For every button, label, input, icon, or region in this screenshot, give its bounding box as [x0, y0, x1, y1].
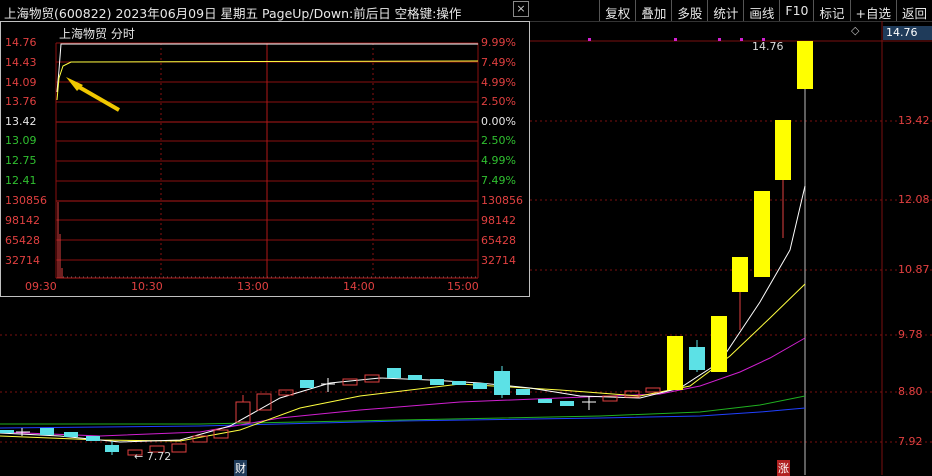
intraday-panel[interactable]: 上海物贸 分时 14.76 14.43 14.09 13.76 13.42 13…: [0, 21, 530, 297]
current-price-box: 14.76: [883, 26, 932, 40]
intraday-price-label: 13.09: [5, 134, 37, 147]
finance-marker[interactable]: 财: [234, 460, 247, 476]
limit-up-marker[interactable]: 涨: [777, 460, 790, 476]
intraday-price-label: 13.76: [5, 95, 37, 108]
intraday-volume-label: 32714: [5, 254, 40, 267]
intraday-price-label: 14.43: [5, 56, 37, 69]
intraday-pct-label: 7.49%: [481, 174, 516, 187]
intraday-title: 上海物贸 分时: [59, 27, 135, 41]
intraday-price-label: 14.76: [5, 36, 37, 49]
intraday-time-label: 10:30: [131, 280, 163, 293]
intraday-time-label: 09:30: [25, 280, 57, 293]
intraday-pct-label: 4.99%: [481, 76, 516, 89]
low-price-label: ← 7.72: [134, 450, 172, 463]
high-price-label: 14.76: [752, 40, 784, 53]
y-axis-label: 8.80: [898, 385, 923, 398]
intraday-pct-label: 9.99%: [481, 36, 516, 49]
intraday-price-label: 14.09: [5, 76, 37, 89]
intraday-volume-label: 65428: [481, 234, 516, 247]
intraday-price-label: 13.42: [5, 115, 37, 128]
intraday-time-label: 14:00: [343, 280, 375, 293]
intraday-price-label: 12.41: [5, 174, 37, 187]
y-axis-label: 10.87: [898, 263, 930, 276]
intraday-pct-label: 4.99%: [481, 154, 516, 167]
intraday-chart: [55, 42, 479, 279]
intraday-volume-label: 130856: [5, 194, 47, 207]
intraday-volume-label: 98142: [481, 214, 516, 227]
intraday-pct-label: 0.00%: [481, 115, 516, 128]
intraday-time-label: 15:00: [447, 280, 479, 293]
intraday-price-label: 12.75: [5, 154, 37, 167]
intraday-time-label: 13:00: [237, 280, 269, 293]
intraday-pct-label: 7.49%: [481, 56, 516, 69]
diamond-icon: ◇: [851, 24, 860, 37]
y-axis-label: 13.42: [898, 114, 930, 127]
intraday-pct-label: 2.50%: [481, 95, 516, 108]
y-axis-label: 12.08: [898, 193, 930, 206]
intraday-volume-label: 32714: [481, 254, 516, 267]
intraday-volume-label: 98142: [5, 214, 40, 227]
intraday-pct-label: 2.50%: [481, 134, 516, 147]
intraday-volume-label: 65428: [5, 234, 40, 247]
y-axis-label: 7.92: [898, 435, 923, 448]
intraday-volume-label: 130856: [481, 194, 523, 207]
y-axis-label: 9.78: [898, 328, 923, 341]
